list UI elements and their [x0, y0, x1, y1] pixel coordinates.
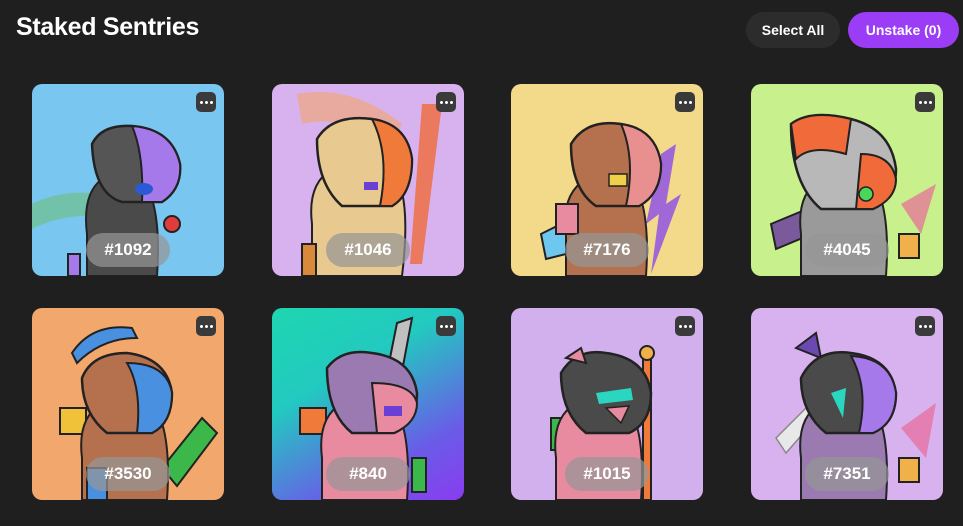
more-horizontal-icon[interactable]	[915, 316, 935, 336]
more-horizontal-icon[interactable]	[196, 92, 216, 112]
sentry-id-badge: #3530	[86, 457, 170, 491]
nft-card[interactable]: #1046	[272, 84, 464, 276]
sentry-id-badge: #1015	[565, 457, 649, 491]
page-title: Staked Sentries	[16, 13, 200, 41]
more-horizontal-icon[interactable]	[675, 316, 695, 336]
nft-card[interactable]: #7351	[751, 308, 943, 500]
nft-card[interactable]: #3530	[32, 308, 224, 500]
nft-card[interactable]: #1092	[32, 84, 224, 276]
nft-card[interactable]: #1015	[511, 308, 703, 500]
sentry-id-badge: #1046	[326, 233, 410, 267]
sentry-id-badge: #4045	[805, 233, 889, 267]
sentry-id-badge: #1092	[86, 233, 170, 267]
nft-card[interactable]: #840	[272, 308, 464, 500]
more-horizontal-icon[interactable]	[436, 316, 456, 336]
select-all-button[interactable]: Select All	[746, 12, 840, 48]
nft-card[interactable]: #7176	[511, 84, 703, 276]
unstake-button[interactable]: Unstake (0)	[848, 12, 959, 48]
sentry-id-badge: #7176	[565, 233, 649, 267]
staked-sentries-page: Staked Sentries Select All Unstake (0) #…	[0, 0, 963, 526]
more-horizontal-icon[interactable]	[196, 316, 216, 336]
sentry-id-badge: #840	[326, 457, 410, 491]
more-horizontal-icon[interactable]	[436, 92, 456, 112]
more-horizontal-icon[interactable]	[675, 92, 695, 112]
sentry-id-badge: #7351	[805, 457, 889, 491]
more-horizontal-icon[interactable]	[915, 92, 935, 112]
nft-card[interactable]: #4045	[751, 84, 943, 276]
